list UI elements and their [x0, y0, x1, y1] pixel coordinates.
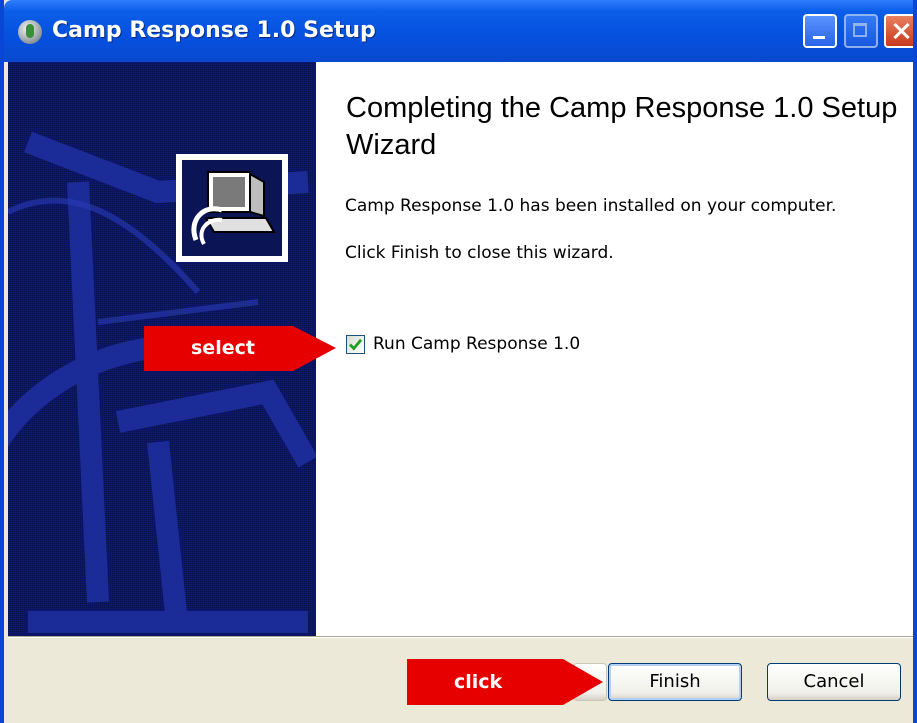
cancel-button[interactable]: Cancel [767, 663, 901, 701]
window-title: Camp Response 1.0 Setup [52, 18, 376, 43]
wizard-content: Completing the Camp Response 1.0 Setup W… [316, 62, 913, 636]
run-app-option[interactable]: Run Camp Response 1.0 [346, 333, 580, 355]
close-icon[interactable] [884, 14, 913, 48]
installer-window: Camp Response 1.0 Setup Completing the C… [0, 0, 917, 723]
run-app-checkbox[interactable] [346, 334, 365, 354]
checkmark-icon [348, 338, 363, 351]
page-title: Completing the Camp Response 1.0 Setup W… [346, 92, 898, 161]
finish-button[interactable]: Finish [608, 663, 742, 701]
minimize-icon[interactable] [803, 14, 837, 48]
title-bar[interactable]: Camp Response 1.0 Setup [4, 0, 913, 62]
installer-logo [176, 154, 288, 262]
app-icon [18, 20, 42, 44]
installed-message: Camp Response 1.0 has been installed on … [345, 196, 837, 216]
run-app-label[interactable]: Run Camp Response 1.0 [373, 334, 580, 354]
computer-installer-icon [182, 160, 282, 256]
finish-instruction: Click Finish to close this wizard. [345, 243, 614, 263]
maximize-icon [844, 14, 878, 48]
click-annotation-arrow: click [407, 659, 603, 705]
